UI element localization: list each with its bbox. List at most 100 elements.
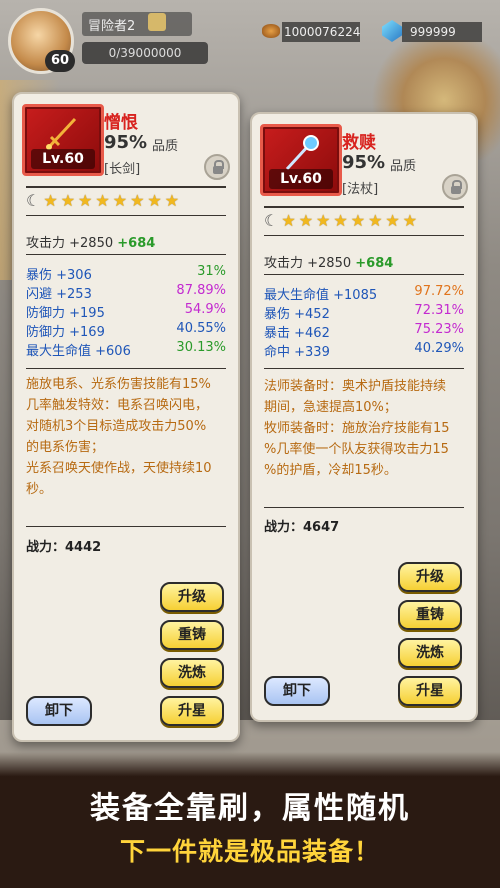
desc-line: 光系召唤天使作战，天使持续10 (26, 461, 212, 476)
divider (264, 235, 464, 236)
stat-percent: 87.89% (176, 283, 226, 298)
stat-row: 闪避 +253 87.89% (26, 283, 226, 302)
stat-percent: 40.55% (176, 321, 226, 336)
armor-icon (148, 13, 166, 31)
item-effect-description: 施放电系、光系伤害技能有15% 几率触发特效：电系召唤闪电， 对随机3个目标造成… (26, 374, 231, 500)
attack-bonus: +684 (355, 256, 394, 271)
attack-value: 攻击力 +2850 (264, 256, 352, 271)
stat-percent: 72.31% (414, 303, 464, 318)
star-icon: ★ (281, 211, 296, 230)
divider (264, 507, 464, 508)
star-icon: ★ (112, 191, 128, 210)
star-icon: ★ (402, 211, 418, 230)
refine-button[interactable]: 洗炼 (398, 638, 462, 668)
stat-label: 命中 +339 (264, 345, 330, 360)
lock-icon[interactable] (442, 174, 468, 200)
desc-line: %几率使一个队友获得攻击力15 (264, 442, 449, 457)
stat-row: 防御力 +169 40.55% (26, 321, 226, 340)
star-icon: ★ (368, 211, 383, 230)
divider (264, 206, 464, 208)
desc-line: 的电系伤害； (26, 440, 105, 455)
stat-label: 防御力 +169 (26, 325, 105, 340)
experience-bar: 0/39000000 (82, 42, 208, 64)
staff-icon (285, 135, 319, 171)
item-name: 救赎 (342, 133, 376, 153)
unequip-button[interactable]: 卸下 (264, 676, 330, 706)
equipment-card-right: Lv.60 救赎 95% 品质 [法杖] ☾ ★ ★ ★ ★ ★ ★ ★ ★ 攻… (250, 112, 478, 722)
upgrade-button[interactable]: 升级 (398, 562, 462, 592)
desc-line: 期间，急速提高10%； (264, 400, 397, 415)
star-up-button[interactable]: 升星 (160, 696, 224, 726)
recast-button[interactable]: 重铸 (160, 620, 224, 650)
item-quality-label: 品质 (390, 159, 417, 174)
equipment-card-left: Lv.60 憎恨 95% 品质 [长剑] ☾ ★ ★ ★ ★ ★ ★ ★ ★ 攻… (12, 92, 240, 742)
stat-label: 最大生命值 +1085 (264, 288, 378, 303)
sword-icon (46, 117, 77, 150)
item-type: [法杖] (342, 182, 379, 197)
attack-value: 攻击力 +2850 (26, 236, 114, 251)
star-up-button[interactable]: 升星 (398, 676, 462, 706)
item-name: 憎恨 (104, 113, 138, 133)
divider (264, 368, 464, 369)
item-quality-percent: 95% (104, 132, 148, 153)
star-icon: ★ (95, 191, 110, 210)
stat-label: 防御力 +195 (26, 306, 105, 321)
star-icon: ★ (164, 191, 180, 210)
moon-icon: ☾ (26, 191, 41, 210)
desc-line: 法师装备时：奥术护盾技能持续 (264, 379, 447, 394)
refine-button[interactable]: 洗炼 (160, 658, 224, 688)
item-quality-label: 品质 (152, 139, 179, 154)
stat-row: 暴击 +462 75.23% (264, 322, 464, 341)
stat-row: 暴伤 +452 72.31% (264, 303, 464, 322)
stat-row: 命中 +339 40.29% (264, 341, 464, 360)
desc-line: 施放电系、光系伤害技能有15% (26, 377, 211, 392)
star-icon: ★ (316, 211, 331, 230)
divider (26, 215, 226, 216)
gold-counter: 1000076224 (282, 22, 360, 42)
desc-line: %的护盾，冷却15秒。 (264, 463, 397, 478)
gold-icon (262, 24, 280, 38)
stat-percent: 30.13% (176, 340, 226, 355)
star-icon: ★ (78, 191, 93, 210)
upgrade-button[interactable]: 升级 (160, 582, 224, 612)
unequip-button[interactable]: 卸下 (26, 696, 92, 726)
star-icon: ★ (130, 191, 145, 210)
attack-stat: 攻击力 +2850 +684 (264, 252, 393, 271)
gem-counter: 999999 (402, 22, 482, 42)
star-icon: ★ (147, 191, 162, 210)
stat-label: 最大生命值 +606 (26, 344, 131, 359)
item-level: Lv.60 (269, 169, 333, 189)
lock-icon[interactable] (204, 154, 230, 180)
item-level: Lv.60 (31, 149, 95, 169)
recast-button[interactable]: 重铸 (398, 600, 462, 630)
divider (26, 254, 226, 255)
desc-line: 对随机3个目标造成攻击力50% (26, 419, 207, 434)
combat-power: 战力：4647 (264, 520, 340, 535)
stat-label: 暴伤 +452 (264, 307, 330, 322)
attack-stat: 攻击力 +2850 +684 (26, 232, 155, 251)
desc-line: 几率触发特效：电系召唤闪电， (26, 398, 209, 413)
stat-percent: 54.9% (184, 302, 226, 317)
stat-row: 最大生命值 +606 30.13% (26, 340, 226, 359)
moon-icon: ☾ (264, 211, 279, 230)
player-name: 冒险者2 (82, 12, 192, 36)
item-icon-staff: Lv.60 (260, 124, 342, 196)
stat-label: 暴击 +462 (264, 326, 330, 341)
stat-row: 最大生命值 +1085 97.72% (264, 284, 464, 303)
divider (26, 186, 226, 188)
star-icon: ★ (43, 191, 58, 210)
item-type: [长剑] (104, 162, 141, 177)
star-icon: ★ (385, 211, 400, 230)
star-icon: ★ (60, 191, 76, 210)
stat-percent: 75.23% (414, 322, 464, 337)
stat-label: 闪避 +253 (26, 287, 92, 302)
star-icon: ★ (298, 211, 314, 230)
item-icon-sword: Lv.60 (22, 104, 104, 176)
promo-subline: 下一件就是极品装备！ (119, 837, 380, 866)
divider (264, 274, 464, 275)
star-rating: ☾ ★ ★ ★ ★ ★ ★ ★ ★ (264, 211, 417, 230)
divider (26, 368, 226, 369)
desc-line: 牧师装备时：施放治疗技能有15 (264, 421, 450, 436)
stat-percent: 40.29% (414, 341, 464, 356)
stat-label: 暴伤 +306 (26, 268, 92, 283)
